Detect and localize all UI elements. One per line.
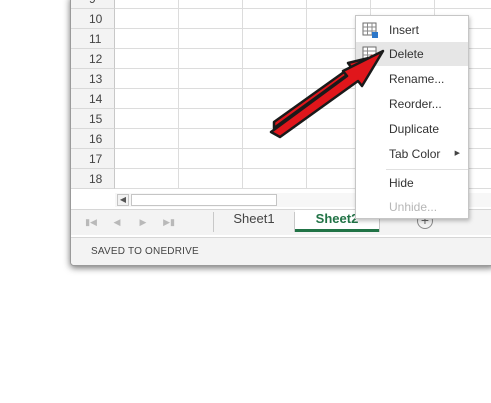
red-arrow (269, 49, 385, 139)
tab-sheet1[interactable]: Sheet1 (214, 210, 294, 232)
next-sheet-nav-icon[interactable]: ▶ (137, 216, 149, 228)
row-header-12[interactable]: 12 (71, 49, 115, 69)
menu-item-label: Duplicate (389, 122, 440, 136)
row-header-13[interactable]: 13 (71, 69, 115, 89)
row-header-14[interactable]: 14 (71, 89, 115, 109)
menu-item-label: Hide (389, 176, 414, 190)
last-sheet-nav-icon[interactable]: ▶▮ (163, 216, 175, 228)
menu-item-label: Insert (389, 23, 420, 37)
row-header-17[interactable]: 17 (71, 149, 115, 169)
screenshot-stage: 9 10 11 12 13 14 15 16 17 18 (0, 0, 491, 403)
menu-item-label: Unhide... (389, 200, 438, 214)
status-bar: SAVED TO ONEDRIVE (71, 237, 491, 265)
save-status-text: SAVED TO ONEDRIVE (91, 246, 199, 257)
menu-item-label: Delete (389, 47, 424, 61)
row-header-18[interactable]: 18 (71, 169, 115, 189)
row-header-11[interactable]: 11 (71, 29, 115, 49)
scroll-left-arrow-icon[interactable]: ◀ (117, 194, 129, 206)
first-sheet-nav-icon[interactable]: ▮◀ (85, 216, 97, 228)
menu-item-label: Tab Color (389, 147, 441, 161)
row-header-9[interactable]: 9 (71, 0, 115, 9)
scrollbar-thumb[interactable] (131, 194, 277, 206)
row-header-10[interactable]: 10 (71, 9, 115, 29)
menu-item-tab-color[interactable]: Tab Color ▶ (356, 142, 468, 166)
submenu-arrow-icon: ▶ (454, 150, 460, 157)
row-header-15[interactable]: 15 (71, 109, 115, 129)
menu-item-insert[interactable]: Insert (356, 18, 468, 42)
row-header-16[interactable]: 16 (71, 129, 115, 149)
menu-item-label: Rename... (389, 72, 445, 86)
insert-sheet-icon (362, 22, 378, 38)
prev-sheet-nav-icon[interactable]: ◀ (111, 216, 123, 228)
menu-item-label: Reorder... (389, 97, 442, 111)
menu-divider (386, 169, 468, 170)
grid-line (178, 0, 179, 189)
grid-line (242, 0, 243, 189)
menu-item-hide[interactable]: Hide (356, 171, 468, 195)
menu-item-unhide: Unhide... (356, 195, 468, 219)
